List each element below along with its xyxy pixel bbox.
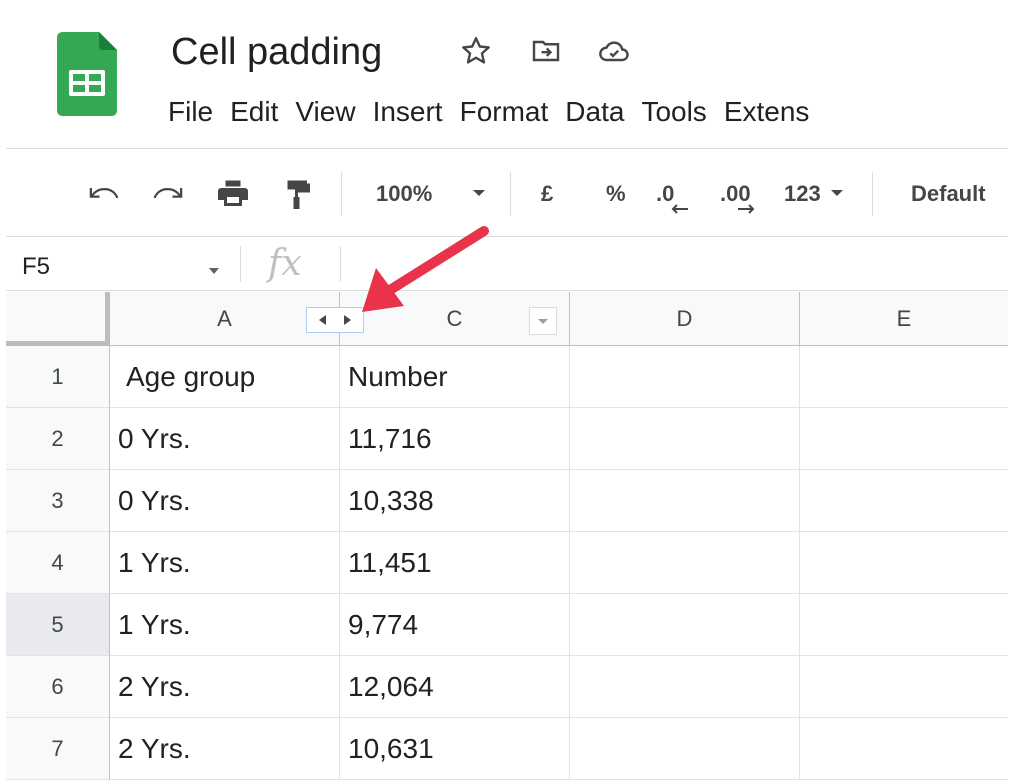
zoom-select[interactable]: 100%: [376, 176, 432, 212]
cell-e5[interactable]: [800, 594, 1008, 656]
row-header[interactable]: 6: [6, 656, 110, 718]
font-select[interactable]: Default: [911, 176, 986, 212]
menu-bar: File Edit View Insert Format Data Tools …: [168, 94, 826, 130]
cell-d3[interactable]: [570, 470, 800, 532]
cell-a5[interactable]: 1 Yrs.: [110, 594, 340, 656]
cell-e3[interactable]: [800, 470, 1008, 532]
name-box[interactable]: F5: [22, 250, 50, 284]
decrease-decimal-button[interactable]: .0: [656, 176, 688, 214]
cell-d2[interactable]: [570, 408, 800, 470]
menu-extensions[interactable]: Extens: [724, 94, 827, 130]
menu-format[interactable]: Format: [460, 94, 566, 130]
cell-c7[interactable]: 10,631: [340, 718, 570, 780]
cell-c1[interactable]: Number: [340, 346, 570, 408]
number-format-button[interactable]: 123: [784, 176, 821, 212]
unhide-column-arrows[interactable]: [306, 307, 364, 333]
row-header[interactable]: 1: [6, 346, 110, 408]
cell-a2[interactable]: 0 Yrs.: [110, 408, 340, 470]
decrease-decimal-label: .0: [656, 181, 675, 206]
cell-c2[interactable]: 11,716: [340, 408, 570, 470]
toolbar-separator: [341, 172, 342, 216]
move-to-folder-icon[interactable]: [528, 33, 564, 69]
cell-e2[interactable]: [800, 408, 1008, 470]
cell-c6[interactable]: 12,064: [340, 656, 570, 718]
column-header-d[interactable]: D: [570, 292, 800, 346]
currency-format-button[interactable]: £: [541, 176, 553, 212]
cell-d6[interactable]: [570, 656, 800, 718]
select-all-corner[interactable]: [6, 292, 110, 346]
divider: [6, 148, 1008, 149]
cell-a1[interactable]: Age group: [110, 346, 340, 408]
arrow-left-icon: [671, 204, 688, 214]
toolbar: 100% £ % .0 .00 123 Default: [0, 156, 1024, 232]
cell-d1[interactable]: [570, 346, 800, 408]
cell-e1[interactable]: [800, 346, 1008, 408]
star-icon[interactable]: [458, 33, 494, 69]
cell-d4[interactable]: [570, 532, 800, 594]
spreadsheet-grid: A C D E 1 Age group Number 2 0 Yrs. 11,7…: [6, 292, 1008, 780]
divider: [6, 236, 1008, 237]
cell-a6[interactable]: 2 Yrs.: [110, 656, 340, 718]
menu-data[interactable]: Data: [565, 94, 641, 130]
name-box-dropdown-icon[interactable]: [208, 262, 220, 280]
cell-e4[interactable]: [800, 532, 1008, 594]
arrow-right-icon: [738, 204, 755, 214]
cell-c3[interactable]: 10,338: [340, 470, 570, 532]
menu-tools[interactable]: Tools: [641, 94, 723, 130]
menu-view[interactable]: View: [295, 94, 372, 130]
formula-separator: [240, 246, 241, 282]
cell-a7[interactable]: 2 Yrs.: [110, 718, 340, 780]
percent-format-button[interactable]: %: [606, 176, 626, 212]
row-header[interactable]: 2: [6, 408, 110, 470]
fx-icon: fx: [268, 243, 302, 284]
toolbar-separator: [872, 172, 873, 216]
row-header-selected[interactable]: 5: [6, 594, 110, 656]
cell-e6[interactable]: [800, 656, 1008, 718]
formula-separator: [340, 246, 341, 282]
menu-insert[interactable]: Insert: [373, 94, 460, 130]
cell-c4[interactable]: 11,451: [340, 532, 570, 594]
row-header[interactable]: 7: [6, 718, 110, 780]
column-dropdown-icon[interactable]: [529, 307, 557, 335]
cell-c5[interactable]: 9,774: [340, 594, 570, 656]
cell-d7[interactable]: [570, 718, 800, 780]
menu-file[interactable]: File: [168, 94, 230, 130]
redo-icon[interactable]: [150, 176, 186, 212]
formula-input[interactable]: [352, 250, 1002, 284]
document-title[interactable]: Cell padding: [171, 30, 382, 74]
row-header[interactable]: 4: [6, 532, 110, 594]
sheets-logo-icon[interactable]: [57, 32, 117, 116]
number-format-dropdown-icon[interactable]: [830, 188, 844, 224]
column-header-e[interactable]: E: [800, 292, 1008, 346]
divider: [6, 290, 1008, 291]
cell-e7[interactable]: [800, 718, 1008, 780]
increase-decimal-button[interactable]: .00: [720, 176, 755, 214]
undo-icon[interactable]: [86, 176, 122, 212]
paint-format-icon[interactable]: [280, 176, 316, 212]
cell-a4[interactable]: 1 Yrs.: [110, 532, 340, 594]
cell-a3[interactable]: 0 Yrs.: [110, 470, 340, 532]
increase-decimal-label: .00: [720, 181, 751, 206]
cell-d5[interactable]: [570, 594, 800, 656]
menu-edit[interactable]: Edit: [230, 94, 295, 130]
cloud-status-icon[interactable]: [596, 33, 632, 69]
toolbar-separator: [510, 172, 511, 216]
row-header[interactable]: 3: [6, 470, 110, 532]
zoom-dropdown-arrow-icon[interactable]: [472, 188, 486, 224]
print-icon[interactable]: [214, 176, 252, 212]
